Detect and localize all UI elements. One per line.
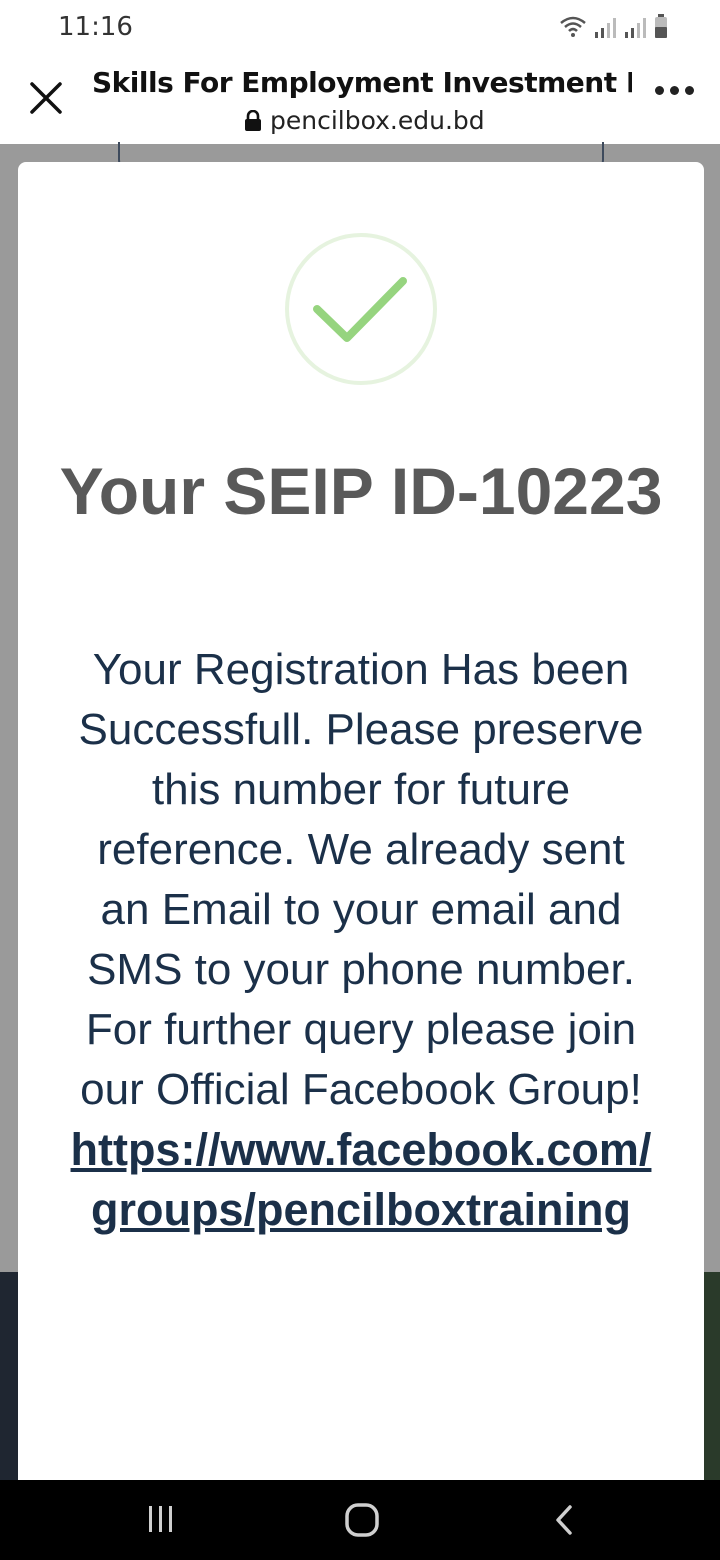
recents-icon[interactable] <box>146 1502 176 1538</box>
url-text: pencilbox.edu.bd <box>270 106 485 135</box>
checkmark-icon <box>285 233 437 385</box>
home-icon[interactable] <box>344 1502 380 1538</box>
url-bar: pencilbox.edu.bd <box>244 106 485 135</box>
battery-icon <box>655 14 667 38</box>
back-icon[interactable] <box>552 1502 576 1538</box>
page-title: Skills For Employment Investment Pro... <box>92 66 632 99</box>
status-icons <box>558 14 668 38</box>
close-button[interactable] <box>26 78 66 118</box>
registration-message: Your Registration Has been Successfull. … <box>78 645 644 994</box>
more-options-icon <box>685 86 694 95</box>
wifi-icon <box>560 16 586 37</box>
facebook-group-link[interactable]: https://www.facebook.com/groups/pencilbo… <box>62 1120 660 1240</box>
navigation-bar <box>0 1480 720 1560</box>
close-icon <box>30 82 62 114</box>
more-options-icon <box>670 86 679 95</box>
signal-icon <box>595 18 616 38</box>
success-modal: Your SEIP ID-10223 Your Registration Has… <box>18 162 704 1482</box>
more-options-icon <box>655 86 664 95</box>
background-image-edge <box>0 1272 18 1482</box>
browser-header: Skills For Employment Investment Pro... … <box>0 56 720 144</box>
status-time: 11:16 <box>58 12 133 42</box>
signal-icon <box>625 18 646 38</box>
modal-title: Your SEIP ID-10223 <box>59 454 663 528</box>
more-options-button[interactable] <box>655 86 694 95</box>
status-bar: 11:16 <box>0 0 720 56</box>
lock-icon <box>245 109 261 131</box>
background-image-edge <box>704 1272 720 1482</box>
query-text: For further query please join our Offici… <box>80 1005 642 1114</box>
modal-message: Your Registration Has been Successfull. … <box>68 640 654 1240</box>
